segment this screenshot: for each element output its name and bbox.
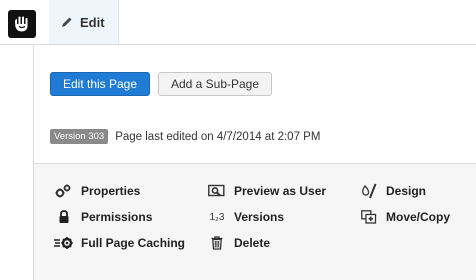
- lock-icon: [54, 209, 74, 225]
- page-actions: Properties Permissions Full Page Caching…: [34, 164, 476, 280]
- move-copy-label: Move/Copy: [386, 210, 451, 224]
- preview-magnifier-icon: [207, 183, 227, 199]
- pencil-icon: [61, 16, 73, 28]
- last-edited-text: Page last edited on 4/7/2014 at 2:07 PM: [115, 130, 321, 143]
- full-page-caching-action[interactable]: Full Page Caching: [54, 235, 185, 251]
- concrete5-logo-icon[interactable]: [8, 10, 36, 38]
- trash-icon: [207, 235, 227, 251]
- design-label: Design: [386, 184, 427, 198]
- move-copy-action[interactable]: Move/Copy: [359, 209, 450, 225]
- permissions-label: Permissions: [81, 210, 153, 224]
- edit-this-page-button[interactable]: Edit this Page: [50, 72, 150, 96]
- preview-as-user-label: Preview as User: [234, 184, 327, 198]
- preview-as-user-action[interactable]: Preview as User: [207, 183, 326, 199]
- permissions-action[interactable]: Permissions: [54, 209, 152, 225]
- delete-label: Delete: [234, 236, 271, 250]
- design-droplet-icon: [359, 183, 379, 199]
- version-info: Version 303 Page last edited on 4/7/2014…: [50, 129, 320, 144]
- versions-action[interactable]: 1₂3 Versions: [207, 209, 284, 225]
- version-badge: Version 303: [50, 129, 109, 144]
- versions-icon: 1₂3: [209, 211, 225, 223]
- edit-panel-header: Edit this Page Add a Sub-Page Version 30…: [34, 45, 476, 155]
- delete-action[interactable]: Delete: [207, 235, 270, 251]
- properties-action[interactable]: Properties: [54, 183, 140, 199]
- versions-label: Versions: [234, 210, 285, 224]
- edit-panel: Edit this Page Add a Sub-Page Version 30…: [33, 45, 476, 280]
- edit-tab[interactable]: Edit: [49, 0, 119, 44]
- edit-tab-label: Edit: [80, 14, 105, 30]
- design-action[interactable]: Design: [359, 183, 426, 199]
- top-toolbar: Edit: [0, 0, 476, 45]
- add-subpage-button[interactable]: Add a Sub-Page: [158, 72, 272, 96]
- gears-icon: [54, 183, 74, 199]
- properties-label: Properties: [81, 184, 141, 198]
- full-page-caching-label: Full Page Caching: [81, 236, 186, 250]
- move-copy-icon: [359, 209, 379, 225]
- speed-gear-icon: [54, 235, 74, 251]
